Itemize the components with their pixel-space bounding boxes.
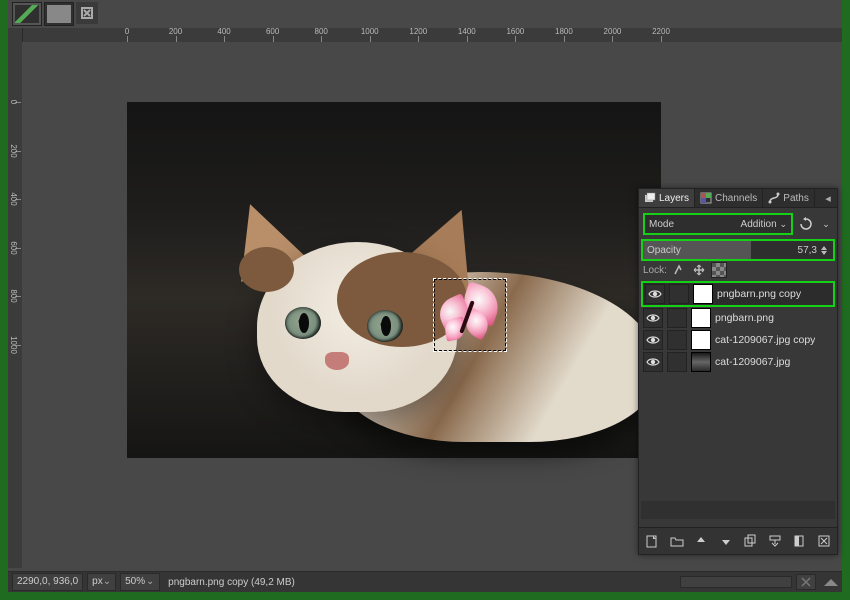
- ruler-vertical[interactable]: 02004006008001000: [8, 28, 23, 568]
- layer-thumbnail[interactable]: [693, 284, 713, 304]
- status-bar: 2290,0, 936,0 px⌄ 50%⌄ pngbarn.png copy …: [8, 571, 842, 592]
- layer-row[interactable]: cat-1209067.jpg copy: [641, 329, 835, 351]
- layer-thumbnail[interactable]: [691, 308, 711, 328]
- mode-label: Mode: [649, 219, 674, 230]
- layer-name[interactable]: pngbarn.png copy: [717, 288, 801, 300]
- layer-row[interactable]: pngbarn.png: [641, 307, 835, 329]
- layer-list: pngbarn.png copy pngbarn.png cat-1209067.j…: [641, 281, 835, 373]
- status-title: pngbarn.png copy (49,2 MB): [164, 577, 676, 588]
- tab-channels[interactable]: Channels: [695, 189, 763, 207]
- link-toggle[interactable]: [667, 330, 687, 350]
- mode-menu-chevron-icon[interactable]: ⌄: [817, 215, 835, 233]
- lower-layer-button[interactable]: [717, 532, 735, 550]
- layer-thumbnail[interactable]: [691, 352, 711, 372]
- layer-name[interactable]: cat-1209067.jpg: [715, 356, 790, 368]
- image-tab-2[interactable]: [44, 2, 74, 26]
- panel-button-bar: [639, 527, 837, 554]
- mode-value: Addition: [741, 219, 777, 230]
- tab-layers-label: Layers: [659, 193, 689, 204]
- ruler-horizontal[interactable]: 0200400600800100012001400160018002000220…: [22, 28, 842, 43]
- panel-spacer: [641, 501, 835, 519]
- progress-bar: [680, 576, 792, 588]
- image-canvas[interactable]: [127, 102, 661, 458]
- opacity-label: Opacity: [647, 245, 681, 256]
- eye-icon[interactable]: [643, 308, 663, 328]
- delete-layer-button[interactable]: [815, 532, 833, 550]
- blend-mode-select[interactable]: Mode Addition ⌄: [643, 213, 793, 235]
- panel-menu-button[interactable]: ◂: [819, 189, 837, 207]
- close-tab-button[interactable]: [76, 2, 98, 24]
- eye-icon[interactable]: [645, 284, 665, 304]
- lock-pixels-icon[interactable]: [671, 262, 687, 278]
- tab-paths[interactable]: Paths: [763, 189, 815, 207]
- lock-alpha-icon[interactable]: [711, 262, 727, 278]
- link-toggle[interactable]: [667, 352, 687, 372]
- tab-channels-label: Channels: [715, 193, 757, 204]
- lock-position-icon[interactable]: [691, 262, 707, 278]
- cancel-button[interactable]: [796, 574, 816, 590]
- corner-resize-icon[interactable]: [824, 579, 838, 586]
- mode-switch-icon[interactable]: [797, 215, 815, 233]
- app-window: 0200400600800100012001400160018002000220…: [8, 0, 842, 592]
- mask-button[interactable]: [790, 532, 808, 550]
- duplicate-layer-button[interactable]: [741, 532, 759, 550]
- new-layer-button[interactable]: [643, 532, 661, 550]
- lock-row: Lock:: [639, 261, 837, 279]
- opacity-spinner[interactable]: [819, 243, 829, 257]
- tab-layers[interactable]: Layers: [639, 189, 695, 207]
- layer-name[interactable]: cat-1209067.jpg copy: [715, 334, 815, 346]
- layer-row[interactable]: pngbarn.png copy: [641, 281, 835, 307]
- zoom-select[interactable]: 50%⌄: [120, 573, 160, 591]
- raise-layer-button[interactable]: [692, 532, 710, 550]
- image-tab-strip: [12, 2, 98, 24]
- layer-thumbnail[interactable]: [691, 330, 711, 350]
- new-layer-group-button[interactable]: [668, 532, 686, 550]
- layer-name[interactable]: pngbarn.png: [715, 312, 774, 324]
- eye-icon[interactable]: [643, 330, 663, 350]
- opacity-value: 57,3: [798, 245, 817, 256]
- link-toggle[interactable]: [667, 308, 687, 328]
- image-tab-1[interactable]: [12, 2, 42, 26]
- panel-tabs: Layers Channels Paths ◂: [639, 189, 837, 208]
- tab-paths-label: Paths: [783, 193, 809, 204]
- pointer-coords: 2290,0, 936,0: [12, 573, 83, 591]
- eye-icon[interactable]: [643, 352, 663, 372]
- layer-boundary-marquee[interactable]: [433, 278, 507, 352]
- units-select[interactable]: px⌄: [87, 573, 116, 591]
- opacity-slider[interactable]: Opacity 57,3: [641, 239, 835, 261]
- lock-label: Lock:: [643, 265, 667, 276]
- merge-down-button[interactable]: [766, 532, 784, 550]
- layer-row[interactable]: cat-1209067.jpg: [641, 351, 835, 373]
- link-toggle[interactable]: [669, 284, 689, 304]
- layers-panel: Layers Channels Paths ◂ Mode Addition ⌄ …: [638, 188, 838, 555]
